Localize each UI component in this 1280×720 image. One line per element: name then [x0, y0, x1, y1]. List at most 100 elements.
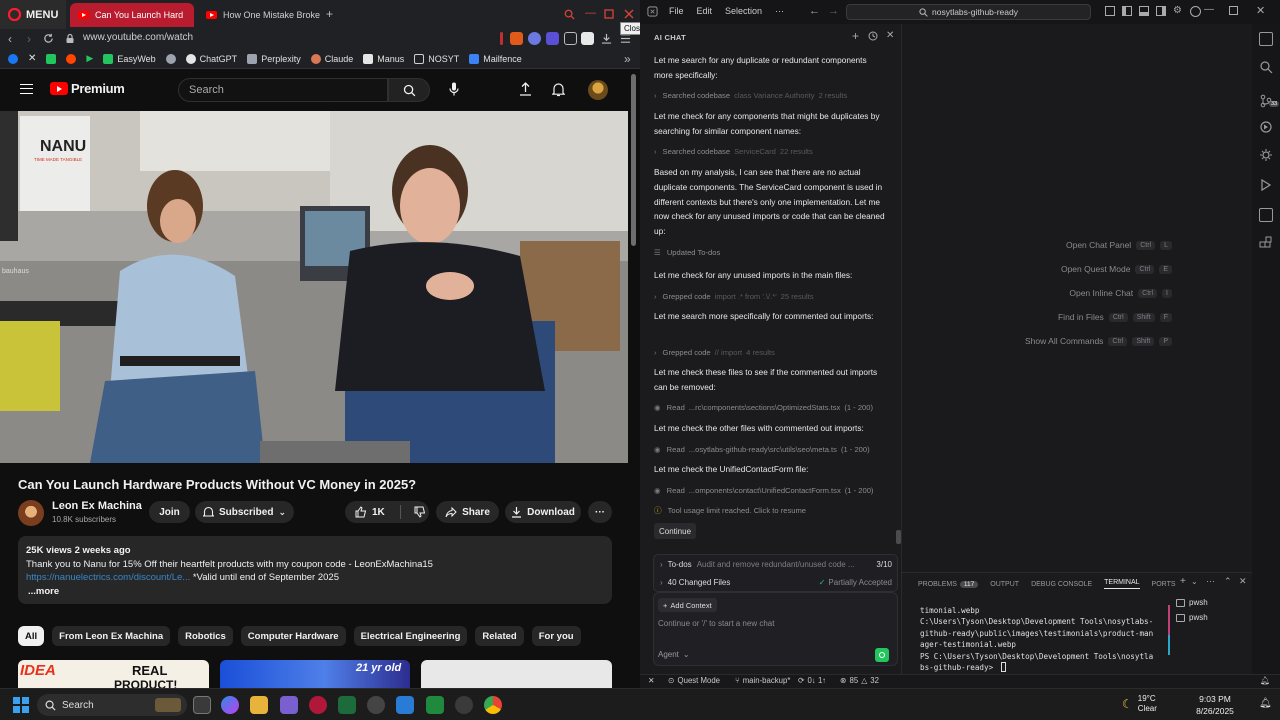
- microphone-icon[interactable]: [449, 82, 459, 97]
- continue-button[interactable]: Continue: [654, 523, 697, 539]
- thumbs-down-icon[interactable]: [414, 506, 426, 518]
- close-chat-icon[interactable]: ✕: [886, 30, 894, 41]
- share-button[interactable]: Share: [436, 501, 499, 523]
- chip-for-you[interactable]: For you: [531, 626, 581, 646]
- tab-output[interactable]: OUTPUT: [990, 581, 1019, 588]
- menu-edit[interactable]: Edit: [697, 6, 713, 16]
- tab-debug-console[interactable]: DEBUG CONSOLE: [1031, 581, 1092, 588]
- pinned-extension-icon[interactable]: [581, 32, 594, 45]
- tab-video-2[interactable]: How One Mistake Broke C: [198, 3, 322, 27]
- problems-status[interactable]: ⊗ 85 △ 32: [840, 676, 879, 685]
- chip-electrical-engineering[interactable]: Electrical Engineering: [353, 626, 468, 646]
- explorer-icon[interactable]: [1259, 32, 1273, 46]
- reddit-icon[interactable]: [66, 53, 77, 64]
- search-input[interactable]: [189, 84, 387, 96]
- toggle-primary-sidebar-icon[interactable]: [1122, 6, 1132, 16]
- add-context-button[interactable]: + Add Context: [658, 598, 717, 612]
- tool-call-row[interactable]: › Grepped code// import 4 results: [654, 348, 886, 357]
- opera-browser-icon[interactable]: [309, 696, 327, 714]
- tab-terminal[interactable]: TERMINAL: [1104, 579, 1140, 589]
- bookmark-claude[interactable]: Claude: [310, 53, 353, 64]
- layout-toggle-icon[interactable]: [1105, 6, 1115, 16]
- bookmark-manus[interactable]: Manus: [363, 53, 404, 64]
- quest-mode-status[interactable]: ⊙ Quest Mode: [668, 676, 720, 685]
- facebook-icon[interactable]: [8, 53, 18, 64]
- command-center-search[interactable]: nosytlabs-github-ready: [846, 4, 1091, 20]
- video-description[interactable]: 25K views 2 weeks ago Thank you to Nanu …: [18, 536, 612, 604]
- chip-related[interactable]: Related: [475, 626, 524, 646]
- show-more-link[interactable]: ...more: [26, 585, 604, 599]
- toggle-panel-icon[interactable]: [1139, 6, 1149, 16]
- bookmark-chatgpt[interactable]: ChatGPT: [185, 53, 237, 64]
- tool-limit-notice[interactable]: ⓘ Tool usage limit reached. Click to resu…: [654, 505, 886, 516]
- system-clock[interactable]: 9:03 PM 8/26/2025: [1190, 693, 1240, 717]
- like-button[interactable]: 1K: [355, 506, 385, 518]
- bracket-extension-icon[interactable]: [546, 32, 559, 45]
- wordpress-icon[interactable]: [165, 53, 176, 64]
- video-player[interactable]: NANU TIME MADE TANGIBLE bauhaus: [0, 111, 628, 463]
- maximize-icon[interactable]: [604, 9, 614, 19]
- taskbar-search[interactable]: Search: [37, 694, 187, 716]
- bookmarks-overflow-icon[interactable]: »: [624, 52, 631, 66]
- close-icon[interactable]: [624, 9, 634, 19]
- shortcut-open-chat-panel[interactable]: Open Chat Panel Ctrl L: [1066, 240, 1172, 250]
- chip-all[interactable]: All: [18, 626, 45, 646]
- reload-icon[interactable]: [43, 33, 54, 44]
- minimize-icon[interactable]: —: [585, 7, 596, 19]
- changed-files-row[interactable]: › 40 Changed Files ✓ Partially Accepted: [660, 575, 892, 589]
- tab-problems[interactable]: PROBLEMS 117: [918, 580, 979, 588]
- chat-scrollbar-thumb[interactable]: [896, 530, 901, 544]
- bookmark-nosyt[interactable]: NOSYT: [414, 53, 459, 64]
- shortcut-find-in-files[interactable]: Find in Files Ctrl Shift F: [1058, 312, 1172, 322]
- minimize-icon[interactable]: —: [1204, 4, 1214, 15]
- weather-widget[interactable]: ☾ 19°C Clear: [1122, 694, 1157, 714]
- nav-back-icon[interactable]: ←: [809, 5, 820, 17]
- send-button[interactable]: [875, 648, 889, 662]
- task-view-icon[interactable]: [193, 696, 211, 714]
- remote-explorer-icon[interactable]: [1259, 208, 1273, 222]
- back-icon[interactable]: ‹: [8, 32, 12, 46]
- run-debug-icon[interactable]: [1259, 120, 1273, 134]
- menu-file[interactable]: File: [669, 6, 684, 16]
- sync-status[interactable]: ⟳ 0↓ 1↑: [798, 676, 826, 685]
- file-read-row[interactable]: ◉ Read ...omponents\contact\UnifiedContact…: [654, 486, 886, 495]
- tool-call-row[interactable]: › Searched codebase class Variance Authori…: [654, 91, 886, 100]
- test-runner-icon[interactable]: [1259, 178, 1273, 192]
- notes-app-icon[interactable]: [396, 696, 414, 714]
- notification-center-icon[interactable]: 🔔︎: [1259, 698, 1272, 709]
- channel-avatar[interactable]: [18, 500, 44, 526]
- url-field[interactable]: www.youtube.com/watch: [83, 32, 193, 43]
- new-chat-icon[interactable]: +: [852, 29, 859, 43]
- gamepad-extension-icon[interactable]: [528, 32, 541, 45]
- lock-icon[interactable]: [65, 33, 75, 44]
- terminal-dropdown-icon[interactable]: ⌄: [1191, 577, 1198, 586]
- search-icon[interactable]: [1259, 60, 1273, 74]
- maximize-icon[interactable]: [1229, 6, 1238, 15]
- account-avatar[interactable]: [588, 80, 608, 100]
- remote-indicator-icon[interactable]: ✕: [648, 676, 655, 685]
- tab-ports[interactable]: PORTS: [1152, 581, 1176, 588]
- terminal-output[interactable]: timonial.webp C:\Users\Tyson\Desktop\Dev…: [920, 605, 1165, 673]
- toggle-secondary-sidebar-icon[interactable]: [1156, 6, 1166, 16]
- shortcut-open-quest-mode[interactable]: Open Quest Mode Ctrl E: [1061, 264, 1172, 274]
- account-icon[interactable]: [1190, 6, 1201, 17]
- more-actions-button[interactable]: ···: [588, 501, 612, 523]
- x-icon[interactable]: ✕: [28, 53, 36, 64]
- puzzle-extension-icon[interactable]: [564, 32, 577, 45]
- extensions-gear-icon[interactable]: [1259, 148, 1273, 162]
- new-terminal-icon[interactable]: +: [1180, 576, 1186, 587]
- join-button[interactable]: Join: [149, 501, 190, 523]
- nav-forward-icon[interactable]: →: [828, 5, 839, 17]
- bookmark-perplexity[interactable]: Perplexity: [247, 53, 301, 64]
- chat-input[interactable]: [658, 619, 878, 635]
- shortcut-open-inline-chat[interactable]: Open Inline Chat Ctrl I: [1069, 288, 1172, 298]
- kick-icon[interactable]: [46, 53, 57, 64]
- menu-more[interactable]: ···: [775, 6, 784, 16]
- search-box[interactable]: [178, 78, 388, 102]
- notifications-bell-icon[interactable]: [552, 82, 565, 97]
- shortcut-show-all-commands[interactable]: Show All Commands Ctrl Shift P: [1025, 336, 1172, 346]
- file-read-row[interactable]: ◉ Read ...osytlabs-github-ready\src\utils\…: [654, 445, 886, 454]
- chip-from-channel[interactable]: From Leon Ex Machina: [52, 626, 171, 646]
- tool-call-row[interactable]: › Grepped code import .* from '.\/.*' 25 re…: [654, 292, 886, 301]
- search-button[interactable]: [388, 78, 430, 102]
